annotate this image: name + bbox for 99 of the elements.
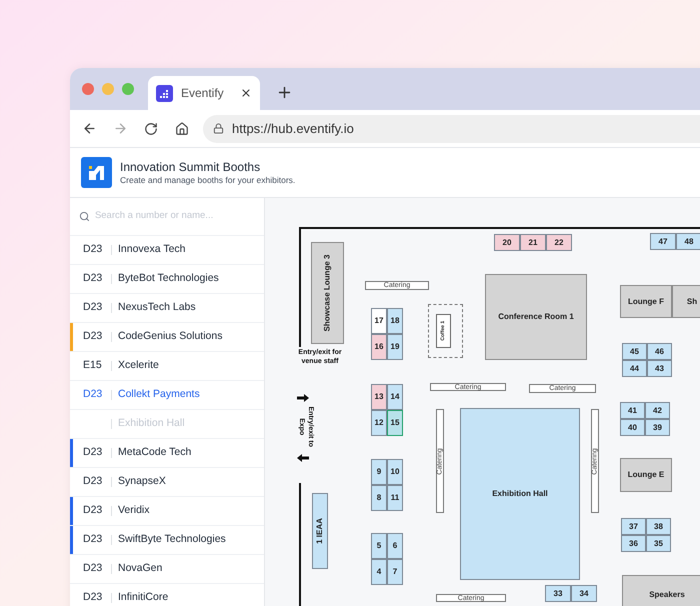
- booth[interactable]: 37: [621, 518, 646, 535]
- tab-title: Eventify: [181, 85, 224, 102]
- booth[interactable]: 8: [371, 485, 387, 511]
- arrow-left-icon: [297, 454, 309, 462]
- booth-list-item[interactable]: D23 SynapseX: [70, 468, 264, 497]
- booth-list-item[interactable]: E15 Xcelerite: [70, 352, 264, 381]
- booth-list-item[interactable]: D23 Collekt Payments: [70, 381, 264, 410]
- booth[interactable]: 40: [620, 419, 645, 436]
- booth-list-item[interactable]: D23 SwiftByte Technologies: [70, 526, 264, 555]
- booth[interactable]: 47: [650, 233, 676, 250]
- booth[interactable]: 17: [371, 308, 387, 334]
- exhibitor-name: SwiftByte Technologies: [118, 532, 226, 548]
- booth[interactable]: 5: [371, 533, 387, 559]
- search-field[interactable]: Search a number or name...: [70, 198, 264, 236]
- booth[interactable]: 19: [387, 334, 403, 360]
- booth[interactable]: 13: [371, 384, 387, 410]
- lock-icon: [213, 123, 224, 134]
- exhibitor-name: SynapseX: [118, 474, 166, 490]
- booth[interactable]: 34: [571, 585, 597, 602]
- room[interactable]: Showcase Lounge 3: [311, 242, 344, 344]
- room[interactable]: Lounge E: [620, 458, 672, 492]
- booth[interactable]: 43: [647, 360, 672, 377]
- page-title: Innovation Summit Booths: [120, 160, 262, 175]
- booth[interactable]: 6: [387, 533, 403, 559]
- booth-list-item[interactable]: D23 CodeGenius Solutions: [70, 323, 264, 352]
- booth[interactable]: 44: [622, 360, 647, 377]
- booth-code: D23: [83, 445, 104, 460]
- booth[interactable]: 20: [494, 234, 520, 251]
- page-subtitle: Create and manage booths for your exhibitors.: [120, 174, 296, 186]
- booth-code: E15: [83, 358, 103, 374]
- home-icon[interactable]: [175, 122, 189, 136]
- booth-code: D23: [83, 300, 104, 316]
- booth-list-item[interactable]: D23 Innovexa Tech: [70, 236, 264, 265]
- exhibitor-name: Exhibition Hall: [118, 416, 185, 432]
- booth[interactable]: 38: [646, 518, 671, 535]
- booth[interactable]: 39: [645, 419, 670, 436]
- booth[interactable]: 35: [646, 535, 671, 552]
- hall[interactable]: 1 IEAA: [312, 493, 328, 569]
- search-input[interactable]: Search a number or name...: [94, 209, 264, 224]
- room[interactable]: Sh: [672, 285, 700, 318]
- booth[interactable]: 42: [645, 402, 670, 419]
- exhibitor-name: Xcelerite: [118, 358, 159, 374]
- booth-code: D23: [83, 329, 104, 344]
- exhibitor-name: MetaCode Tech: [118, 445, 192, 460]
- booth[interactable]: 45: [622, 343, 647, 360]
- booth[interactable]: 18: [387, 308, 403, 334]
- booth-code: D23: [83, 271, 104, 286]
- new-tab-icon[interactable]: [276, 84, 293, 101]
- exhibitor-name: InfinitiCore: [118, 590, 168, 606]
- booth[interactable]: 15: [387, 410, 403, 436]
- booth-code: D23: [83, 532, 104, 548]
- room[interactable]: Lounge F: [620, 285, 672, 318]
- reload-icon[interactable]: [144, 122, 158, 136]
- booth[interactable]: 36: [621, 535, 646, 552]
- exhibitor-name: NovaGen: [118, 561, 162, 576]
- booth-list-item[interactable]: D23 Veridix: [70, 497, 264, 526]
- booth[interactable]: 14: [387, 384, 403, 410]
- booth-code: D23: [83, 561, 104, 576]
- arrow-right-icon: [297, 394, 309, 402]
- booth-code: D23: [83, 503, 104, 518]
- booth[interactable]: 46: [647, 343, 672, 360]
- back-icon[interactable]: [82, 121, 97, 136]
- address-field[interactable]: https://hub.eventify.io: [203, 114, 700, 142]
- exhibitor-name: NexusTech Labs: [118, 300, 196, 316]
- search-icon: [79, 211, 90, 222]
- booth[interactable]: 33: [545, 585, 571, 602]
- booth[interactable]: 21: [520, 234, 546, 251]
- browser-tab[interactable]: Eventify: [148, 76, 260, 110]
- url-text: https://hub.eventify.io: [232, 120, 354, 138]
- booth[interactable]: 7: [387, 559, 403, 585]
- booth[interactable]: 22: [546, 234, 572, 251]
- exhibitor-name: Innovexa Tech: [118, 242, 186, 258]
- booth-code: D23: [83, 387, 104, 402]
- app-logo-icon: [81, 157, 112, 188]
- room[interactable]: Conference Room 1: [485, 274, 587, 360]
- room[interactable]: Speakers: [622, 575, 700, 606]
- booth[interactable]: 4: [371, 559, 387, 585]
- close-icon[interactable]: [240, 87, 252, 99]
- booth[interactable]: 41: [620, 402, 645, 419]
- booth-list-item[interactable]: D23 NexusTech Labs: [70, 294, 264, 323]
- booth-list-item[interactable]: D23 NovaGen: [70, 555, 264, 584]
- booth-list-item[interactable]: D23 MetaCode Tech: [70, 439, 264, 468]
- booth[interactable]: 11: [387, 485, 403, 511]
- booth[interactable]: 10: [387, 459, 403, 485]
- booth-code: D23: [83, 590, 104, 606]
- booth[interactable]: 16: [371, 334, 387, 360]
- exhibitor-name: CodeGenius Solutions: [118, 329, 222, 344]
- hall[interactable]: Exhibition Hall: [460, 408, 580, 580]
- exhibitor-name: Collekt Payments: [118, 387, 200, 402]
- booth[interactable]: 12: [371, 410, 387, 436]
- booth[interactable]: 48: [676, 233, 700, 250]
- app-favicon-icon: [156, 84, 173, 102]
- booth-code: D23: [83, 474, 104, 490]
- exhibitor-name: Veridix: [118, 503, 150, 518]
- booth-code: D23: [83, 242, 104, 258]
- booth-list-item[interactable]: D23 InfinitiCore: [70, 584, 264, 606]
- exhibitor-name: ByteBot Technologies: [118, 271, 219, 286]
- booth[interactable]: 9: [371, 459, 387, 485]
- booth-list-item[interactable]: D23 ByteBot Technologies: [70, 265, 264, 294]
